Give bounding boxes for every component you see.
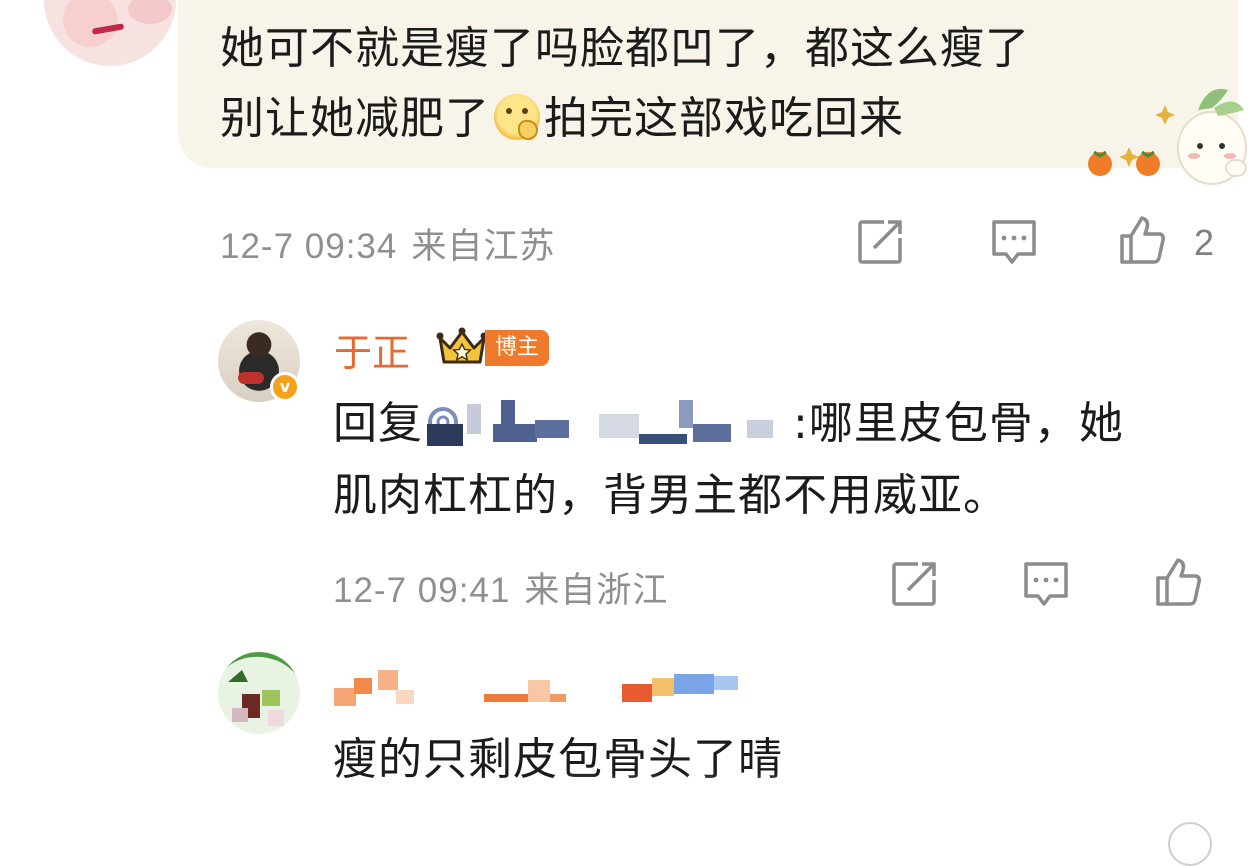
comment-text-line2: 别让她减肥了 拍完这部戏吃回来 [220,84,1180,154]
repost-icon[interactable] [888,558,940,610]
comment-icon[interactable] [988,216,1040,268]
repost-icon[interactable] [854,216,906,268]
avatar-mouth [91,23,125,35]
radish-mascot-sticker [1088,88,1247,185]
loading-indicator [1168,822,1212,866]
avatar-cheek [128,0,172,24]
comment-time: 12-7 09:34 [220,227,398,266]
reply-meta: 12-7 09:41 来自浙江 [333,562,668,613]
verified-badge-icon: v [270,372,300,402]
avatar[interactable] [44,0,176,66]
reply-time: 12-7 09:41 [333,571,511,610]
crown-icon [436,327,488,364]
reply-text: 回复 :哪里皮包骨，她 肌肉杠杠的，背男主都不用威亚。 [333,388,1213,532]
comment-text-segment: 别让她减肥了 [220,93,490,144]
redacted-username [334,670,738,706]
comment-text: 她可不就是瘦了吗脸都凹了，都这么瘦了 别让她减肥了 拍完这部戏吃回来 [220,14,1180,154]
comment-icon[interactable] [1020,558,1072,610]
avatar[interactable] [218,652,300,734]
thumbs-up-icon[interactable] [1116,214,1168,266]
blogger-tag: 博主 [485,330,550,366]
avatar-detail [238,372,264,384]
comment-text-segment: 拍完这部戏吃回来 [544,93,904,144]
author-name[interactable]: 于正 [334,322,410,377]
avatar-image [218,652,300,726]
reply-text-segment: :哪里皮包骨，她 [793,398,1124,449]
comment-location: 来自江苏 [411,227,556,267]
thumbs-up-icon[interactable] [1152,556,1204,608]
reply-location: 来自浙江 [524,571,669,611]
reply-text-line1: 回复 :哪里皮包骨，她 [333,388,1213,460]
redacted-mention [423,400,793,446]
thinking-face-emoji-icon [494,94,540,140]
comment-text-line1: 她可不就是瘦了吗脸都凹了，都这么瘦了 [220,23,1030,74]
watermark [560,780,780,820]
reply-prefix: 回复 [333,398,423,449]
reply-text-line2: 肌肉杠杠的，背男主都不用威亚。 [333,470,1008,521]
comment-meta: 12-7 09:34 来自江苏 [220,218,555,269]
like-count: 2 [1194,222,1215,263]
